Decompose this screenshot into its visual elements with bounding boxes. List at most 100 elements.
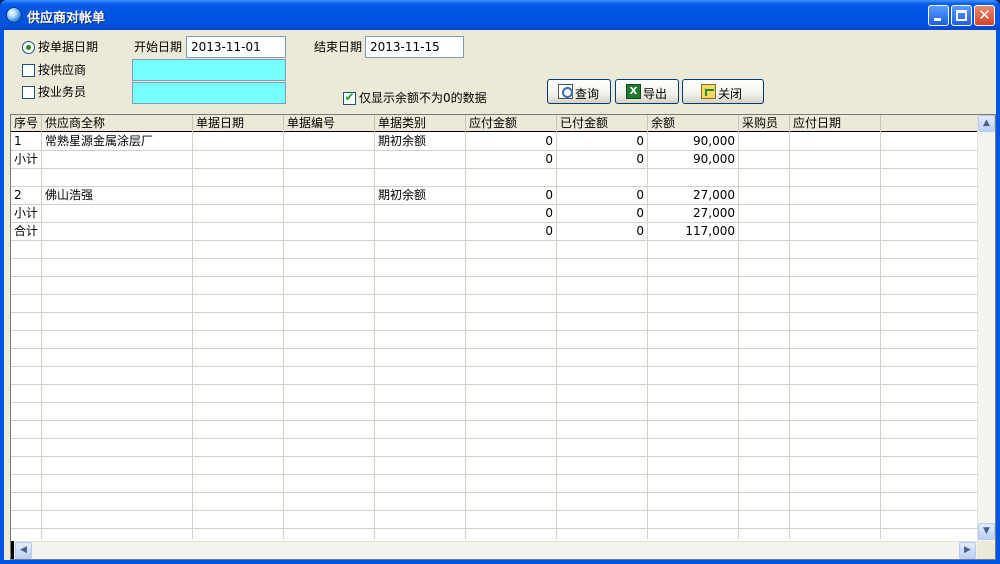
cell-supplier-name[interactable] [42,421,193,438]
cell-supplier-name[interactable] [42,313,193,330]
cell-doc-date[interactable] [193,187,284,204]
table-row[interactable] [11,169,977,187]
cell-balance[interactable] [648,277,739,294]
cell-paid[interactable] [557,439,648,456]
export-button[interactable]: X 导出 [615,79,679,104]
cell-buyer[interactable] [739,529,790,539]
scroll-left-icon[interactable]: ◀ [15,542,32,559]
column-header-doc-number[interactable]: 单据编号 [284,115,375,132]
cell-supplier-name[interactable] [42,439,193,456]
cell-doc-type[interactable] [375,241,466,258]
cell-paid[interactable]: 0 [557,151,648,168]
cell-due-date[interactable] [790,493,881,510]
cell-doc-number[interactable] [284,475,375,492]
cell-paid[interactable]: 0 [557,223,648,240]
cell-paid[interactable]: 0 [557,205,648,222]
cell-paid[interactable] [557,259,648,276]
cell-doc-type[interactable] [375,313,466,330]
cell-doc-number[interactable] [284,493,375,510]
cell-paid[interactable] [557,349,648,366]
cell-doc-number[interactable] [284,187,375,204]
cell-doc-number[interactable] [284,259,375,276]
cell-supplier-name[interactable]: 常熟星源金属涂层厂 [42,133,193,150]
cell-doc-type[interactable] [375,151,466,168]
cell-buyer[interactable] [739,187,790,204]
cell-doc-date[interactable] [193,205,284,222]
cell-due-date[interactable] [790,277,881,294]
cell-balance[interactable] [648,529,739,539]
cell-balance[interactable] [648,313,739,330]
table-row[interactable]: 合计 0 0 117,000 [11,223,977,241]
cell-payable[interactable]: 0 [466,133,557,150]
cell-doc-number[interactable] [284,241,375,258]
cell-supplier-name[interactable] [42,475,193,492]
table-row[interactable]: 2 佛山浩强 期初余额 0 0 27,000 [11,187,977,205]
table-row[interactable] [11,259,977,277]
table-row[interactable] [11,349,977,367]
cell-supplier-name[interactable] [42,457,193,474]
cell-doc-date[interactable] [193,349,284,366]
cell-doc-type[interactable] [375,295,466,312]
cell-due-date[interactable] [790,241,881,258]
cell-balance[interactable] [648,367,739,384]
cell-doc-number[interactable] [284,349,375,366]
cell-doc-date[interactable] [193,457,284,474]
title-bar[interactable]: 供应商对帐单 ✕ [0,0,1000,30]
cell-buyer[interactable] [739,259,790,276]
cell-doc-number[interactable] [284,403,375,420]
cell-payable[interactable] [466,421,557,438]
table-row[interactable] [11,493,977,511]
cell-payable[interactable] [466,439,557,456]
cell-buyer[interactable] [739,223,790,240]
cell-balance[interactable]: 27,000 [648,205,739,222]
column-header-supplier-name[interactable]: 供应商全称 [42,115,193,132]
cell-seq[interactable]: 合计 [11,223,42,240]
by-salesman-checkbox[interactable] [22,86,35,99]
cell-balance[interactable] [648,421,739,438]
cell-doc-date[interactable] [193,133,284,150]
table-row[interactable] [11,277,977,295]
nonzero-only-label[interactable]: 仅显示余额不为0的数据 [359,91,487,105]
cell-paid[interactable] [557,295,648,312]
cell-balance[interactable]: 27,000 [648,187,739,204]
cell-paid[interactable] [557,169,648,186]
cell-buyer[interactable] [739,295,790,312]
cell-buyer[interactable] [739,367,790,384]
cell-seq[interactable] [11,277,42,294]
grid-body[interactable]: 1 常熟星源金属涂层厂 期初余额 0 0 90,000 小计 0 0 90,000 2 佛山浩强 期初余… [11,133,977,539]
cell-due-date[interactable] [790,169,881,186]
cell-buyer[interactable] [739,385,790,402]
cell-balance[interactable] [648,385,739,402]
cell-doc-type[interactable] [375,403,466,420]
statement-grid[interactable]: 序号 供应商全称 单据日期 单据编号 单据类别 应付金额 已付金额 余额 采购员 应付日期 1 常熟… [10,114,996,560]
cell-supplier-name[interactable] [42,331,193,348]
nonzero-only-checkbox[interactable]: ✔ [343,90,356,105]
cell-due-date[interactable] [790,385,881,402]
cell-payable[interactable]: 0 [466,223,557,240]
cell-doc-type[interactable] [375,421,466,438]
cell-due-date[interactable] [790,259,881,276]
by-date-radio[interactable] [22,41,35,54]
table-row[interactable]: 小计 0 0 27,000 [11,205,977,223]
cell-seq[interactable]: 2 [11,187,42,204]
cell-seq[interactable] [11,295,42,312]
query-button[interactable]: 查询 [547,79,611,104]
cell-doc-date[interactable] [193,295,284,312]
cell-paid[interactable]: 0 [557,133,648,150]
cell-paid[interactable] [557,511,648,528]
scroll-down-icon[interactable]: ▼ [978,523,995,540]
cell-balance[interactable] [648,331,739,348]
cell-seq[interactable]: 小计 [11,151,42,168]
cell-payable[interactable] [466,403,557,420]
cell-doc-date[interactable] [193,331,284,348]
cell-seq[interactable] [11,259,42,276]
cell-paid[interactable] [557,457,648,474]
cell-doc-type[interactable] [375,385,466,402]
cell-payable[interactable] [466,367,557,384]
cell-payable[interactable] [466,313,557,330]
cell-due-date[interactable] [790,295,881,312]
salesman-field[interactable] [132,82,286,104]
cell-seq[interactable] [11,349,42,366]
cell-balance[interactable] [648,259,739,276]
cell-supplier-name[interactable] [42,493,193,510]
